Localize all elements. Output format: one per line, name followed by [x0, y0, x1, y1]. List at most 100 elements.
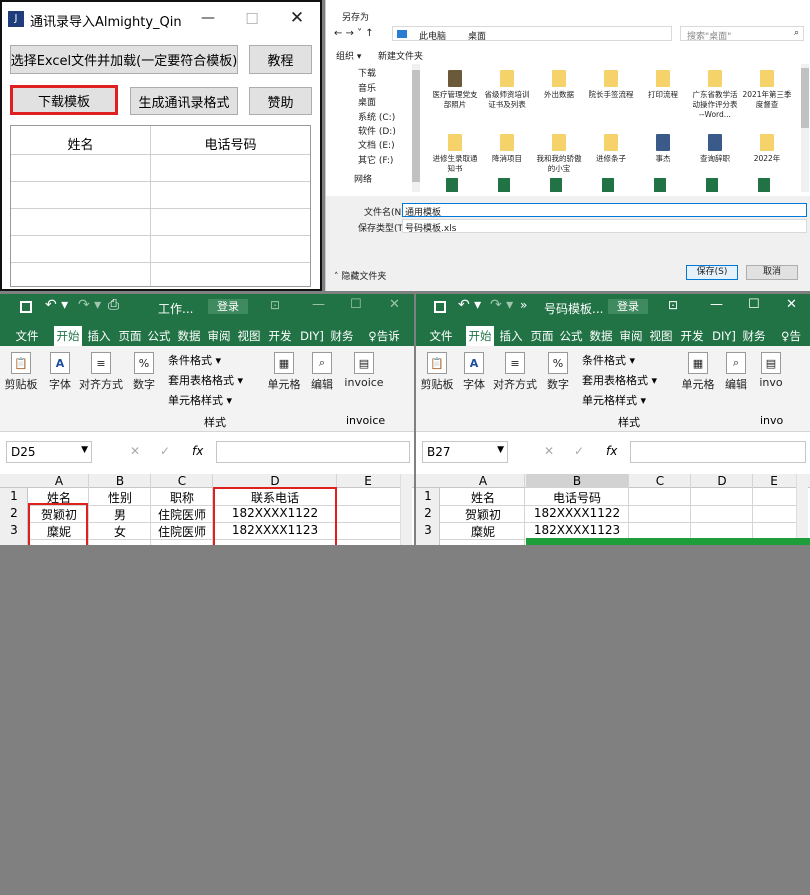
search-field[interactable]: 搜索"桌面" ⌕	[680, 26, 804, 42]
cell[interactable]: 糜妮	[442, 523, 524, 540]
download-template-button[interactable]: 下载模板	[10, 85, 118, 115]
back-arrow-icon[interactable]: ← → ˅ ↑	[334, 28, 374, 39]
cell-styles[interactable]: 单元格样式 ▾	[168, 392, 232, 408]
ribbon-clipboard[interactable]: 📋 剪贴板	[420, 352, 454, 392]
tab-diy[interactable]: DIY]	[298, 326, 326, 346]
xls-file-icon[interactable]	[550, 178, 562, 192]
tab-data[interactable]: 数据	[176, 326, 202, 346]
format-as-table[interactable]: 套用表格格式 ▾	[168, 372, 243, 388]
col-header[interactable]: B	[90, 474, 150, 488]
tab-developer[interactable]: 开发	[678, 326, 706, 346]
cell[interactable]: 住院医师	[152, 506, 212, 523]
save-button[interactable]: 保存(S)	[686, 265, 738, 280]
row-header[interactable]: 2	[0, 506, 28, 520]
print-preview-icon[interactable]: ⎙	[108, 297, 119, 313]
files-scrollbar[interactable]	[801, 64, 809, 192]
vertical-scrollbar[interactable]	[400, 474, 412, 545]
conditional-format[interactable]: 条件格式 ▾	[168, 352, 221, 368]
tab-developer[interactable]: 开发	[266, 326, 294, 346]
ribbon-invoice[interactable]: ▤ invoice	[342, 352, 386, 389]
cell[interactable]: 住院医师	[152, 523, 212, 540]
ribbon-invoice[interactable]: ▤ invo	[756, 352, 786, 389]
file-item[interactable]: 2022年	[742, 134, 792, 164]
fx-icon[interactable]: fx	[192, 444, 203, 458]
tab-formulas[interactable]: 公式	[558, 326, 584, 346]
col-header[interactable]: A	[30, 474, 88, 488]
tab-data[interactable]: 数据	[588, 326, 614, 346]
nav-item-e[interactable]: 文档 (E:)	[358, 138, 395, 151]
tab-file[interactable]: 文件	[424, 326, 458, 346]
conditional-format[interactable]: 条件格式 ▾	[582, 352, 635, 368]
ribbon-align[interactable]: ≡ 对齐方式	[492, 352, 538, 392]
xls-file-icon[interactable]	[654, 178, 666, 192]
cell[interactable]: 性别	[90, 489, 150, 506]
xls-file-icon[interactable]	[498, 178, 510, 192]
col-header[interactable]: B	[526, 474, 628, 488]
tab-diy[interactable]: DIY]	[710, 326, 738, 346]
tab-formulas[interactable]: 公式	[146, 326, 172, 346]
ribbon-edit[interactable]: ⌕ 编辑	[306, 352, 338, 392]
file-item[interactable]: 事杰	[638, 134, 688, 164]
new-folder-button[interactable]: 新建文件夹	[378, 49, 423, 62]
ribbon-number[interactable]: % 数字	[128, 352, 160, 392]
select-excel-button[interactable]: 选择Excel文件并加载(一定要符合模板)	[10, 45, 238, 74]
xls-file-icon[interactable]	[602, 178, 614, 192]
tab-view[interactable]: 视图	[648, 326, 674, 346]
col-header[interactable]: A	[442, 474, 524, 488]
tab-view[interactable]: 视图	[236, 326, 262, 346]
col-header[interactable]: E	[754, 474, 794, 488]
nav-item-music[interactable]: 音乐	[358, 81, 376, 94]
ribbon-cells[interactable]: ▦ 单元格	[266, 352, 302, 392]
close-icon[interactable]: ✕	[287, 8, 307, 28]
close-icon[interactable]: ✕	[389, 297, 400, 312]
tab-review[interactable]: 审阅	[206, 326, 232, 346]
cell[interactable]: 电话号码	[526, 489, 628, 506]
sponsor-button[interactable]: 赞助	[249, 87, 312, 115]
ribbon-number[interactable]: % 数字	[542, 352, 574, 392]
nav-item-desktop[interactable]: 桌面	[358, 95, 376, 108]
cancel-icon[interactable]: ✕	[130, 444, 140, 458]
row-header[interactable]: 3	[0, 523, 28, 537]
file-item[interactable]: 外出数据	[534, 70, 584, 100]
tab-page[interactable]: 页面	[116, 326, 144, 346]
ribbon-align[interactable]: ≡ 对齐方式	[78, 352, 124, 392]
ribbon-clipboard[interactable]: 📋 剪贴板	[4, 352, 38, 392]
file-item[interactable]: 进修条子	[586, 134, 636, 164]
tutorial-button[interactable]: 教程	[249, 45, 312, 74]
file-item[interactable]: 打印流程	[638, 70, 688, 100]
undo-icon[interactable]: ↶ ▾	[458, 297, 481, 313]
formula-input[interactable]	[630, 441, 806, 463]
breadcrumb-pc[interactable]: 此电脑	[419, 29, 446, 42]
ribbon-font[interactable]: A 字体	[458, 352, 490, 392]
nav-item-downloads[interactable]: 下载	[358, 66, 376, 79]
maximize-icon[interactable]: ☐	[350, 297, 362, 312]
xls-file-icon[interactable]	[706, 178, 718, 192]
fx-icon[interactable]: fx	[606, 444, 617, 458]
save-icon[interactable]	[434, 301, 446, 313]
cell-styles[interactable]: 单元格样式 ▾	[582, 392, 646, 408]
ribbon-font[interactable]: A 字体	[44, 352, 76, 392]
close-icon[interactable]: ✕	[786, 297, 797, 312]
col-header[interactable]: D	[214, 474, 336, 488]
cell[interactable]: 182XXXX1123	[526, 523, 628, 537]
redo-icon[interactable]: ↷ ▾	[78, 297, 101, 313]
ribbon-edit[interactable]: ⌕ 编辑	[720, 352, 752, 392]
tab-tell-me[interactable]: ♀ 告	[774, 326, 808, 346]
ribbon-display-icon[interactable]: ⊡	[668, 298, 678, 312]
breadcrumb-desktop[interactable]: 桌面	[468, 29, 486, 42]
file-item[interactable]: 我和我的骄傲的小宝	[534, 134, 584, 174]
tab-finance[interactable]: 财务	[328, 326, 356, 346]
file-item[interactable]: 省级师资培训证书及列表	[482, 70, 532, 110]
cell[interactable]: 姓名	[442, 489, 524, 506]
nav-scrollbar[interactable]	[412, 64, 420, 192]
nav-item-d[interactable]: 软件 (D:)	[358, 124, 396, 137]
hide-folders-toggle[interactable]: ˄ 隐藏文件夹	[334, 269, 386, 282]
xls-file-icon[interactable]	[758, 178, 770, 192]
minimize-icon[interactable]: —	[198, 10, 218, 26]
xls-file-icon[interactable]	[446, 178, 458, 192]
login-button[interactable]: 登录	[608, 299, 648, 314]
cell[interactable]: 女	[90, 523, 150, 540]
row-header[interactable]: 2	[416, 506, 440, 520]
cell[interactable]: 贺颖初	[442, 506, 524, 523]
maximize-icon[interactable]: ☐	[242, 10, 262, 28]
